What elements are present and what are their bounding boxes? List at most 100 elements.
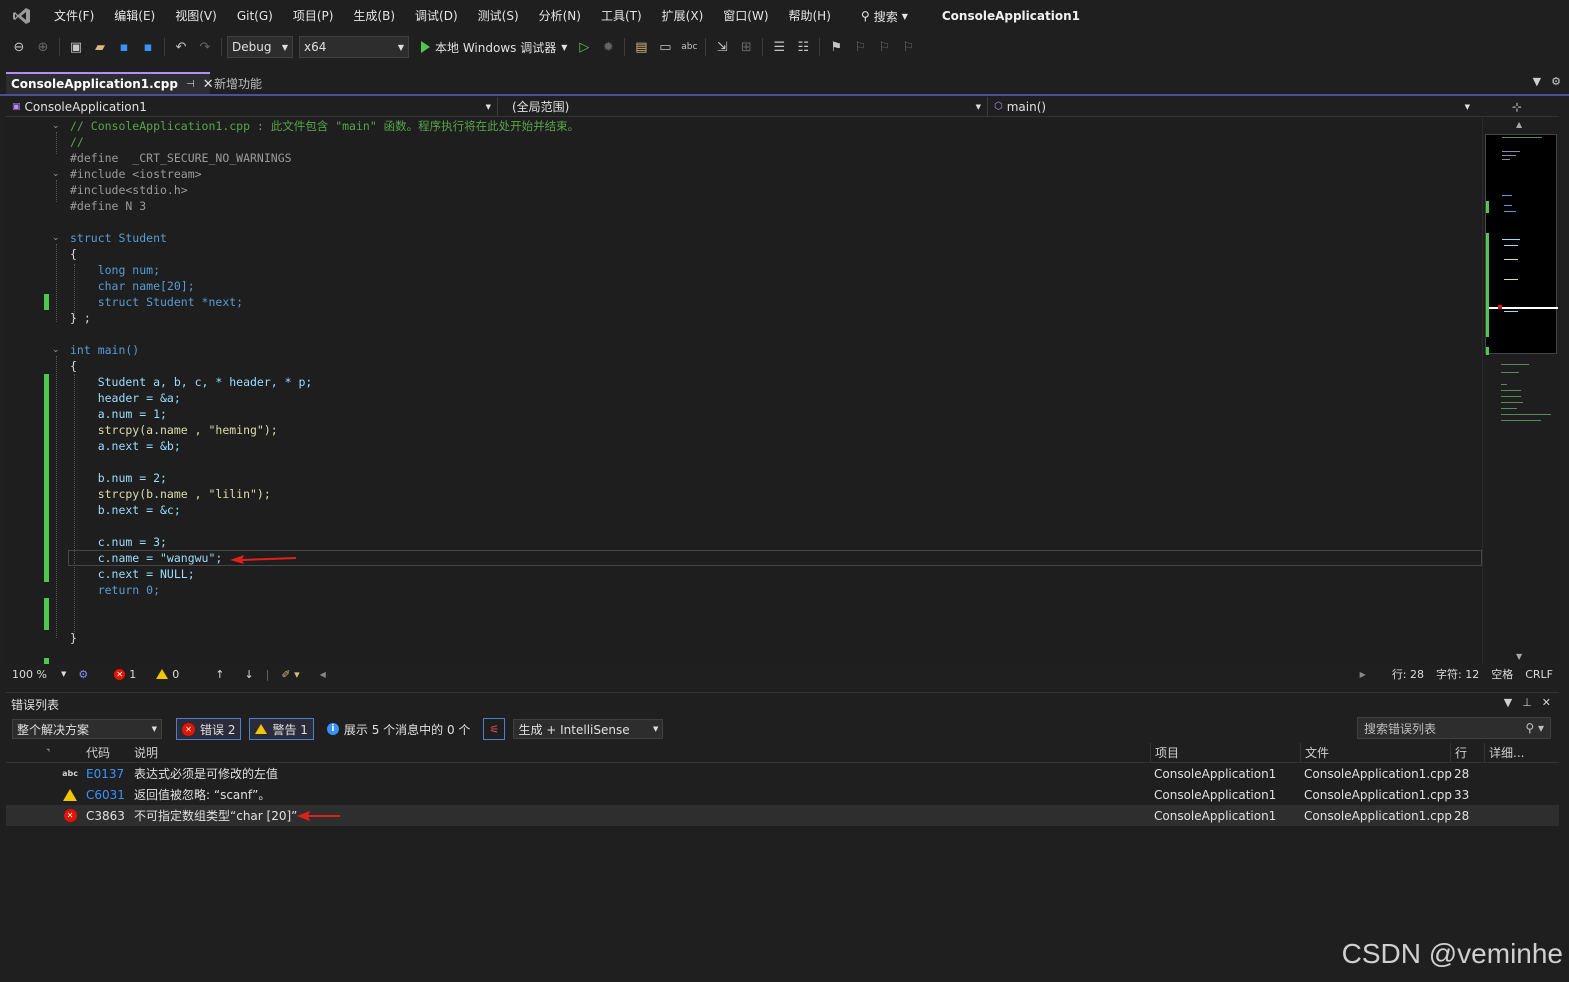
configuration-select[interactable]: Debug ▼: [227, 36, 293, 58]
project-icon: ▣: [12, 101, 21, 112]
error-file: ConsoleApplication1.cpp: [1304, 808, 1452, 823]
save-all-icon[interactable]: ▪: [137, 36, 159, 58]
table-row[interactable]: C6031 返回值被忽略: “scanf”。 ConsoleApplicatio…: [6, 784, 1559, 805]
bookmark-icon[interactable]: ⚑: [825, 36, 847, 58]
hot-reload-icon[interactable]: ✹: [597, 36, 619, 58]
uncomment-lines-icon[interactable]: ☷: [792, 36, 814, 58]
close-icon[interactable]: ✕: [1542, 696, 1551, 709]
navigate-forward-icon[interactable]: ⊕: [32, 36, 54, 58]
errors-filter-button[interactable]: ✕ 错误 2: [176, 718, 242, 740]
menu-help[interactable]: 帮助(H): [779, 0, 841, 32]
visual-studio-logo-icon[interactable]: [0, 0, 44, 32]
scroll-up-icon[interactable]: ▲: [1516, 120, 1522, 129]
menu-extensions[interactable]: 扩展(X): [652, 0, 714, 32]
menu-build[interactable]: 生成(B): [343, 0, 405, 32]
code-editor[interactable]: ⌄ ⌄ ⌄ ⌄ // ConsoleApplication1.cpp : 此文件…: [6, 118, 1482, 664]
pin-icon[interactable]: ⊣: [186, 79, 195, 90]
cursor-line[interactable]: 行: 28: [1386, 666, 1430, 682]
next-issue-icon[interactable]: ↓: [238, 668, 259, 681]
editor-minimap-scrollbar[interactable]: ▲ ▼: [1482, 118, 1560, 664]
error-count-button[interactable]: ✕ 1: [108, 668, 142, 681]
column-header-description[interactable]: 说明: [134, 744, 1150, 761]
code-cleanup-icon[interactable]: ✐ ▾: [275, 668, 305, 681]
start-without-debugging-icon[interactable]: ▷: [573, 36, 595, 58]
menu-analyze[interactable]: 分析(N): [529, 0, 591, 32]
column-header-code[interactable]: 代码: [84, 744, 134, 761]
errors-filter-label: 错误 2: [200, 722, 236, 737]
open-folder-icon[interactable]: ▰: [89, 36, 111, 58]
cursor-char[interactable]: 字符: 12: [1430, 666, 1485, 682]
fold-toggle-icon[interactable]: ⌄: [52, 169, 62, 179]
column-header-project[interactable]: 项目: [1150, 742, 1300, 763]
navigate-back-icon[interactable]: ⊖: [8, 36, 30, 58]
platform-select[interactable]: x64 ▼: [299, 36, 409, 58]
tab-consoleapplication1-cpp[interactable]: ConsoleApplication1.cpp ⊣ ✕: [6, 72, 214, 94]
intellicode-icon[interactable]: ⚙: [72, 668, 94, 681]
menu-debug[interactable]: 调试(D): [405, 0, 468, 32]
save-icon[interactable]: ▪: [113, 36, 135, 58]
table-row[interactable]: abc E0137 表达式必须是可修改的左值 ConsoleApplicatio…: [6, 763, 1559, 784]
menu-project[interactable]: 项目(P): [283, 0, 344, 32]
project-select[interactable]: ▣ ConsoleApplication1 ▼: [6, 96, 498, 117]
window-layout-icon[interactable]: ▭: [654, 36, 676, 58]
error-code-link[interactable]: C6031: [84, 788, 134, 802]
scope-select[interactable]: (全局范围) ▼: [498, 96, 988, 117]
comment-lines-icon[interactable]: ☰: [768, 36, 790, 58]
menu-test[interactable]: 测试(S): [468, 0, 529, 32]
fold-toggle-icon[interactable]: ⌄: [52, 121, 62, 131]
error-details: [1484, 806, 1554, 826]
member-select[interactable]: ⬡ main() ▼: [988, 97, 1476, 117]
menu-edit[interactable]: 编辑(E): [104, 0, 165, 32]
scroll-left-icon[interactable]: ◀: [314, 670, 332, 679]
build-intellisense-select[interactable]: 生成 + IntelliSense ▼: [513, 719, 664, 739]
column-header-details[interactable]: 详细...: [1484, 742, 1554, 763]
warnings-filter-button[interactable]: 警告 1: [249, 718, 314, 740]
column-header-line[interactable]: 行: [1450, 742, 1484, 763]
pin-icon[interactable]: ⊥: [1522, 696, 1532, 709]
messages-filter-button[interactable]: i 展示 5 个消息中的 0 个: [322, 721, 476, 738]
menu-file[interactable]: 文件(F): [44, 0, 104, 32]
solution-explorer-icon[interactable]: ▤: [630, 36, 652, 58]
menu-view[interactable]: 视图(V): [165, 0, 227, 32]
toolbar-divider: [221, 38, 222, 56]
error-code[interactable]: C3863: [84, 809, 134, 823]
clear-bookmarks-icon[interactable]: ⚐: [897, 36, 919, 58]
indentation-mode[interactable]: 空格: [1485, 666, 1519, 682]
scroll-right-icon[interactable]: ▶: [1354, 670, 1372, 679]
previous-issue-icon[interactable]: ↑: [209, 668, 230, 681]
spell-check-icon[interactable]: abc: [678, 36, 700, 58]
start-debugging-button[interactable]: 本地 Windows 调试器 ▼: [417, 39, 571, 56]
undo-icon[interactable]: ↶: [170, 36, 192, 58]
step-into-icon[interactable]: ⇲: [711, 36, 733, 58]
warning-count-button[interactable]: 0: [150, 668, 185, 681]
search-button[interactable]: ⚲ 搜索 ▼: [853, 0, 916, 32]
filter-icon[interactable]: ⚟: [483, 718, 506, 740]
menu-git[interactable]: Git(G): [227, 0, 283, 32]
line-ending[interactable]: CRLF: [1519, 668, 1559, 681]
tab-list-dropdown-icon[interactable]: ▼: [1533, 75, 1541, 88]
menu-window[interactable]: 窗口(W): [713, 0, 778, 32]
code-line-9: {: [70, 247, 77, 261]
column-header-file[interactable]: 文件: [1300, 742, 1450, 763]
split-window-icon[interactable]: ⊹: [1512, 100, 1522, 114]
new-project-icon[interactable]: ▣: [65, 36, 87, 58]
menu-tools[interactable]: 工具(T): [591, 0, 652, 32]
redo-icon[interactable]: ↷: [194, 36, 216, 58]
fold-toggle-icon[interactable]: ⌄: [52, 345, 62, 355]
scroll-down-icon[interactable]: ▼: [1516, 652, 1522, 661]
prev-bookmark-icon[interactable]: ⚐: [849, 36, 871, 58]
close-icon[interactable]: ✕: [203, 77, 214, 92]
panel-dropdown-icon[interactable]: ▼: [1504, 696, 1512, 709]
code-map-icon[interactable]: ⊞: [735, 36, 757, 58]
gear-icon[interactable]: ⚙: [1551, 75, 1561, 88]
fold-toggle-icon[interactable]: ⌄: [52, 233, 62, 243]
error-code-link[interactable]: E0137: [84, 767, 134, 781]
table-row[interactable]: ✕ C3863 不可指定数组类型“char [20]” ConsoleAppli…: [6, 805, 1559, 826]
next-bookmark-icon[interactable]: ⚐: [873, 36, 895, 58]
zoom-select[interactable]: 100 % ▼: [6, 668, 72, 681]
scope-filter-select[interactable]: 整个解决方案 ▼: [12, 719, 162, 739]
error-search-input[interactable]: 搜索错误列表 ⚲ ▾: [1357, 717, 1551, 739]
tab-whats-new[interactable]: 新增功能: [214, 75, 262, 92]
minimap-viewport[interactable]: [1485, 134, 1558, 355]
sort-icon[interactable]: ⌝: [6, 748, 56, 757]
